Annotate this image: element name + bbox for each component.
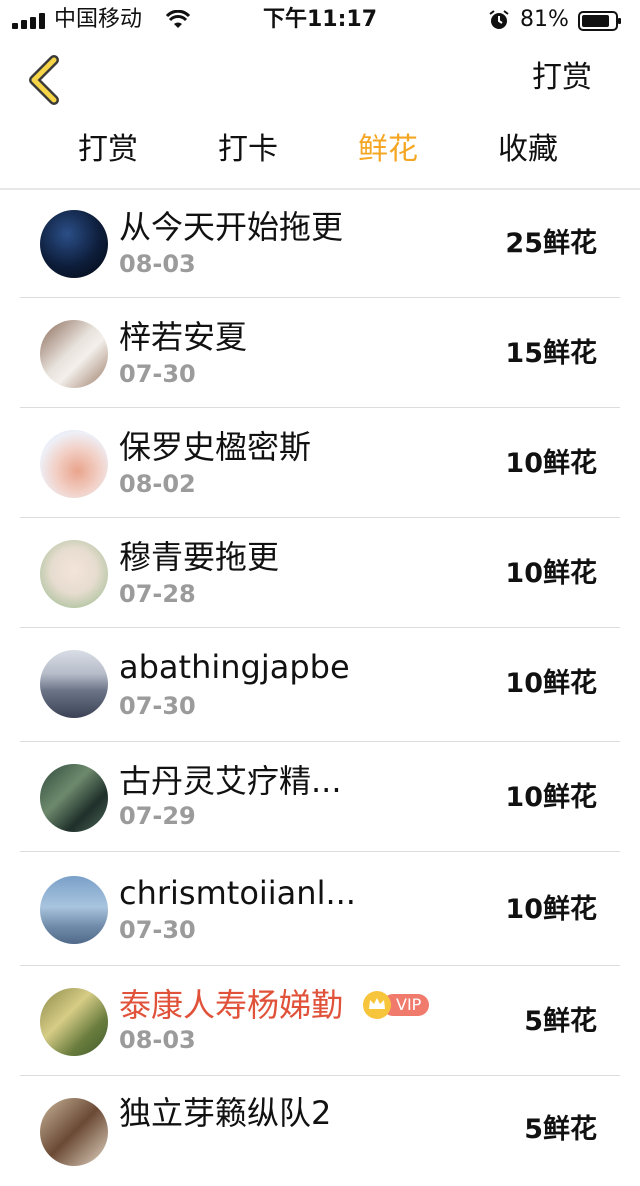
reward-button[interactable]: 打赏 xyxy=(532,60,592,96)
flower-amount: 10鲜花 xyxy=(505,668,597,699)
record-date: 07-30 xyxy=(119,916,196,944)
avatar[interactable] xyxy=(40,210,108,278)
flower-amount: 15鲜花 xyxy=(505,338,597,369)
avatar[interactable] xyxy=(40,1098,108,1166)
record-date: 08-03 xyxy=(119,1026,196,1054)
user-name[interactable]: 泰康人寿杨娣勤 xyxy=(119,986,343,1024)
avatar[interactable] xyxy=(40,650,108,718)
list-item[interactable]: 梓若安夏 07-30 15鲜花 xyxy=(0,298,640,408)
flower-amount: 10鲜花 xyxy=(505,448,597,479)
avatar[interactable] xyxy=(40,320,108,388)
user-name[interactable]: 从今天开始拖更 xyxy=(119,208,343,246)
tab-flowers[interactable]: 鲜花 xyxy=(318,132,458,168)
record-date: 07-29 xyxy=(119,802,196,830)
avatar[interactable] xyxy=(40,540,108,608)
nav-bar: 打赏 xyxy=(0,40,640,118)
flower-amount: 5鲜花 xyxy=(524,1006,597,1037)
record-date: 07-30 xyxy=(119,360,196,388)
tab-checkin[interactable]: 打卡 xyxy=(178,132,318,168)
avatar[interactable] xyxy=(40,876,108,944)
flower-amount: 10鲜花 xyxy=(505,782,597,813)
tab-favorites[interactable]: 收藏 xyxy=(458,132,598,168)
user-name[interactable]: 保罗史楹密斯 xyxy=(119,428,311,466)
user-name[interactable]: 独立芽籁纵队2 xyxy=(119,1094,331,1132)
record-date: 07-28 xyxy=(119,580,196,608)
flower-amount: 10鲜花 xyxy=(505,558,597,589)
record-date: 07-30 xyxy=(119,692,196,720)
flower-amount: 10鲜花 xyxy=(505,894,597,925)
list-item[interactable]: 保罗史楹密斯 08-02 10鲜花 xyxy=(0,408,640,518)
list-item[interactable]: abathingjapbe 07-30 10鲜花 xyxy=(0,628,640,742)
avatar[interactable] xyxy=(40,988,108,1056)
list-item[interactable]: chrismtoiianl... 07-30 10鲜花 xyxy=(0,852,640,966)
list-item[interactable]: 从今天开始拖更 08-03 25鲜花 xyxy=(0,190,640,298)
record-date: 08-02 xyxy=(119,470,196,498)
vip-badge: VIP xyxy=(362,990,430,1020)
user-name[interactable]: 古丹灵艾疗精... xyxy=(119,762,342,800)
status-bar: 中国移动 下午11:17 81% xyxy=(0,0,640,40)
crown-icon xyxy=(363,991,391,1019)
list-item[interactable]: 穆青要拖更 07-28 10鲜花 xyxy=(0,518,640,628)
user-name[interactable]: chrismtoiianl... xyxy=(119,874,356,912)
user-name[interactable]: 梓若安夏 xyxy=(119,318,247,356)
battery-percent: 81% xyxy=(520,7,569,32)
flower-record-list: 从今天开始拖更 08-03 25鲜花 梓若安夏 07-30 15鲜花 保罗史楹密… xyxy=(0,190,640,1186)
user-name[interactable]: 穆青要拖更 xyxy=(119,538,279,576)
back-arrow-icon[interactable] xyxy=(18,50,74,110)
tab-reward[interactable]: 打赏 xyxy=(38,132,178,168)
alarm-clock-icon xyxy=(489,10,509,29)
user-name[interactable]: abathingjapbe xyxy=(119,648,350,686)
list-item[interactable]: 独立芽籁纵队2 5鲜花 xyxy=(0,1076,640,1186)
record-date: 08-03 xyxy=(119,250,196,278)
tab-bar: 打赏 打卡 鲜花 收藏 xyxy=(0,120,640,188)
flower-amount: 25鲜花 xyxy=(505,228,597,259)
list-item[interactable]: 古丹灵艾疗精... 07-29 10鲜花 xyxy=(0,742,640,852)
avatar[interactable] xyxy=(40,430,108,498)
avatar[interactable] xyxy=(40,764,108,832)
list-item[interactable]: 泰康人寿杨娣勤 VIP 08-03 5鲜花 xyxy=(0,966,640,1076)
flower-amount: 5鲜花 xyxy=(524,1114,597,1145)
battery-icon xyxy=(578,11,621,31)
